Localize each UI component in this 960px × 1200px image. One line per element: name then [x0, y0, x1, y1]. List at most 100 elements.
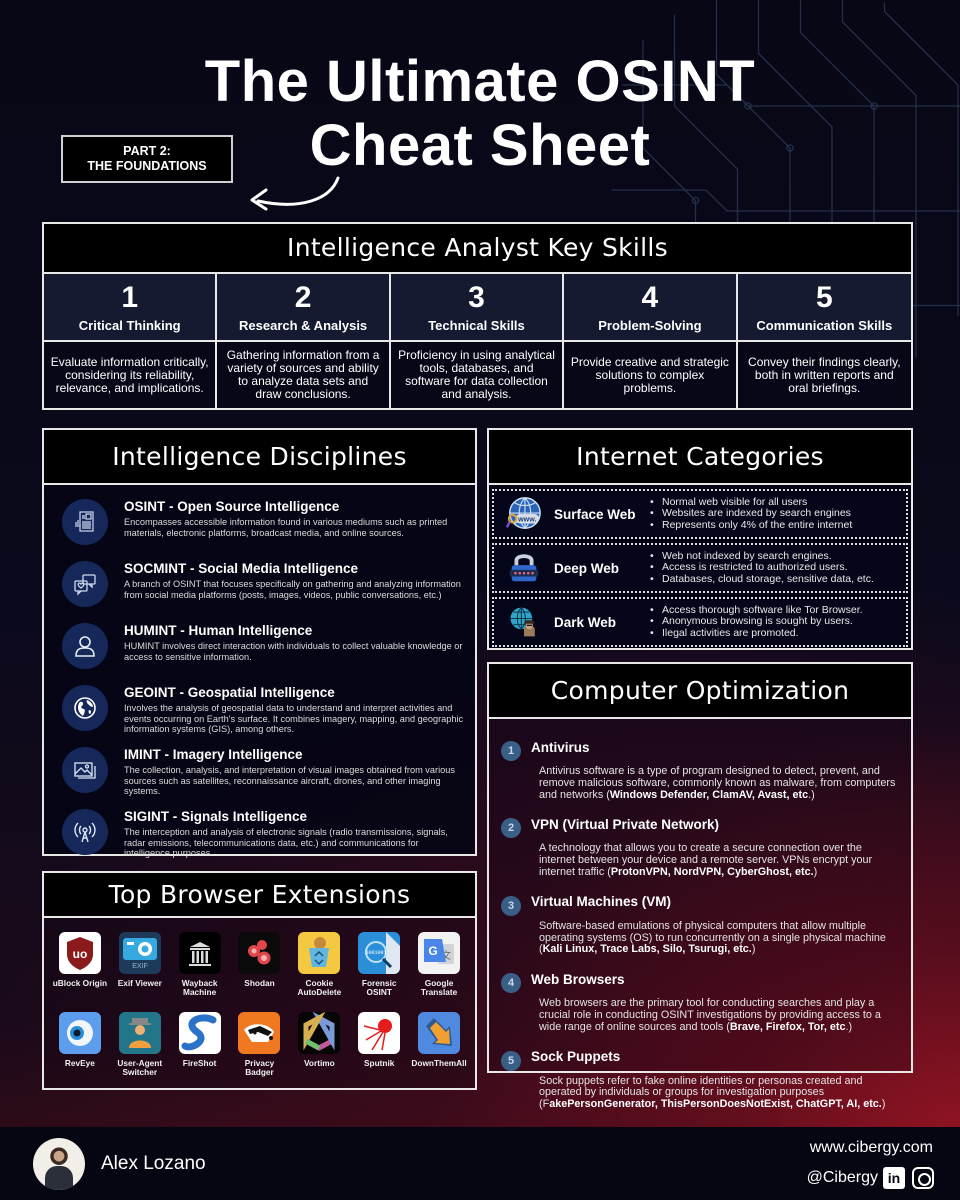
- extension-label: User-Agent Switcher: [117, 1058, 163, 1077]
- browser-extensions-panel: Top Browser Extensions uo uBlock Origin …: [42, 871, 477, 1090]
- author-name: Alex Lozano: [101, 1153, 206, 1174]
- discipline-item: IMINT - Imagery Intelligence The collecti…: [62, 745, 465, 803]
- extension-fireshot[interactable]: FireShot: [170, 1012, 230, 1088]
- shodan-icon: [238, 932, 281, 974]
- svg-text:G: G: [428, 944, 437, 958]
- number-badge: 5: [501, 1050, 521, 1071]
- extension-downthemall[interactable]: DownThemAll: [409, 1012, 469, 1088]
- tool-examples: Kali Linux, Trace Labs, Silo, Tsurugi, e…: [542, 943, 752, 956]
- tool-examples: akePersonGenerator, ThisPersonDoesNotExi…: [549, 1098, 882, 1111]
- skill-name: Communication Skills: [756, 317, 893, 333]
- extension-user-agent-switcher[interactable]: User-Agent Switcher: [110, 1012, 170, 1088]
- extension-cookie-autodelete[interactable]: Cookie AutoDelete: [289, 932, 349, 1008]
- extension-forensic-osint[interactable]: 1001001 Forensic OSINT: [349, 932, 409, 1008]
- number-badge: 1: [501, 741, 521, 761]
- discipline-item: HUMINT - Human Intelligence HUMINT involv…: [62, 621, 465, 679]
- extension-privacy-badger[interactable]: Privacy Badger: [230, 1012, 290, 1088]
- extension-ublock-origin[interactable]: uo uBlock Origin: [50, 932, 110, 1008]
- internet-categories-title: Internet Categories: [489, 430, 911, 485]
- svg-text:EXIF: EXIF: [132, 963, 148, 970]
- extension-label: uBlock Origin: [52, 978, 108, 988]
- fireshot-icon: [178, 1012, 221, 1054]
- cookie-autodelete-icon: [298, 932, 341, 974]
- discipline-title: GEOINT - Geospatial Intelligence: [124, 685, 335, 700]
- part-subtitle: THE FOUNDATIONS: [87, 159, 207, 173]
- discipline-title: SOCMINT - Social Media Intelligence: [124, 561, 359, 576]
- number-badge: 3: [501, 895, 521, 916]
- wayback-machine-icon: [178, 932, 221, 974]
- website-link[interactable]: www.cibergy.com: [810, 1139, 933, 1157]
- antenna-icon: [62, 809, 108, 855]
- part-badge: PART 2: THE FOUNDATIONS: [61, 135, 233, 183]
- optimization-description: Sock puppets refer to fake online identi…: [539, 1075, 899, 1111]
- key-skills-panel: Intelligence Analyst Key Skills 1 Critica…: [42, 222, 913, 410]
- optimization-description: Web browsers are the primary tool for co…: [539, 997, 899, 1033]
- extension-wayback-machine[interactable]: Wayback Machine: [170, 932, 230, 1008]
- optimization-title: Sock Puppets: [531, 1049, 621, 1065]
- category-bullets: Access thorough software like Tor Browse…: [650, 604, 863, 640]
- optimization-item: 5 Sock Puppets Sock puppets refer to fake…: [501, 1043, 899, 1111]
- internet-category-row: www. Surface Web Normal web visible for …: [492, 489, 908, 539]
- optimization-item: 2 VPN (Virtual Private Network) A technol…: [501, 810, 899, 878]
- extension-shodan[interactable]: Shodan: [230, 932, 290, 1008]
- number-badge: 4: [501, 973, 521, 994]
- optimization-description: Antivirus software is a type of program …: [539, 765, 899, 801]
- skill-name: Technical Skills: [428, 317, 525, 333]
- extension-label: Privacy Badger: [244, 1058, 275, 1077]
- user-agent-switcher-icon: [118, 1012, 161, 1054]
- curved-arrow-icon: [250, 176, 340, 211]
- extension-label: Exif Viewer: [117, 978, 162, 988]
- extension-label: Sputnik: [364, 1058, 395, 1068]
- svg-text:www.: www.: [517, 516, 536, 524]
- svg-text:uo: uo: [73, 947, 88, 961]
- extension-google-translate[interactable]: 文G Google Translate: [409, 932, 469, 1008]
- extension-reveye[interactable]: RevEye: [50, 1012, 110, 1088]
- extension-sputnik[interactable]: Sputnik: [349, 1012, 409, 1088]
- optimization-description: Software-based emulations of physical co…: [539, 920, 899, 956]
- extension-label: DownThemAll: [411, 1058, 467, 1068]
- linkedin-icon[interactable]: in: [883, 1167, 905, 1189]
- forensic-osint-icon: 1001001: [358, 932, 401, 974]
- internet-categories-panel: Internet Categories www. Surface Web Nor…: [487, 428, 913, 650]
- privacy-badger-icon: [238, 1012, 281, 1054]
- skill-name: Problem-Solving: [598, 317, 702, 333]
- discipline-description: HUMINT involves direct interaction with …: [124, 641, 463, 662]
- image-icon: [62, 747, 108, 793]
- discipline-description: A branch of OSINT that focuses specifica…: [124, 579, 461, 600]
- instagram-icon[interactable]: [912, 1167, 934, 1189]
- category-name: Deep Web: [554, 560, 620, 576]
- tool-examples: ProtonVPN, NordVPN, CyberGhost, etc.: [610, 865, 814, 878]
- key-skills-title: Intelligence Analyst Key Skills: [44, 224, 911, 274]
- www-globe-icon: www.: [504, 494, 544, 534]
- social-handle[interactable]: @Cibergy: [807, 1169, 878, 1187]
- vortimo-icon: [298, 1012, 341, 1054]
- optimization-title: Web Browsers: [531, 971, 625, 987]
- extension-label: Google Translate: [420, 978, 458, 997]
- discipline-title: HUMINT - Human Intelligence: [124, 623, 313, 638]
- discipline-description: Involves the analysis of geospatial data…: [124, 703, 464, 734]
- exif-viewer-icon: EXIF: [118, 932, 161, 974]
- discipline-title: OSINT - Open Source Intelligence: [124, 499, 340, 514]
- category-name: Surface Web: [554, 506, 636, 522]
- desc-tail: ): [813, 865, 818, 878]
- extension-vortimo[interactable]: Vortimo: [289, 1012, 349, 1088]
- document-chart-icon: [62, 499, 108, 545]
- skill-name: Research & Analysis: [239, 317, 368, 333]
- google-translate-icon: 文G: [418, 932, 461, 974]
- optimization-description: A technology that allows you to create a…: [539, 843, 899, 878]
- discipline-item: GEOINT - Geospatial Intelligence Involves…: [62, 683, 465, 741]
- disciplines-title: Intelligence Disciplines: [44, 430, 475, 485]
- skills-grid: 1 Critical Thinking Evaluate information …: [44, 274, 911, 408]
- discipline-item: SIGINT - Signals Intelligence The interce…: [62, 807, 465, 865]
- skill-number: 2: [294, 280, 312, 314]
- skill-card: 5 Communication Skills Convey their findi…: [737, 274, 911, 408]
- skill-description: Gathering information from a variety of …: [217, 342, 389, 408]
- skill-number: 5: [815, 280, 833, 314]
- discipline-title: IMINT - Imagery Intelligence: [124, 747, 303, 762]
- extension-label: FireShot: [182, 1058, 217, 1068]
- tool-examples: Brave, Firefox, Tor, etc: [729, 1020, 846, 1033]
- person-icon: [62, 623, 108, 669]
- extension-exif-viewer[interactable]: EXIF Exif Viewer: [110, 932, 170, 1008]
- computer-optimization-panel: Computer Optimization 1 Antivirus Antivir…: [487, 662, 913, 1110]
- bullet: Databases, cloud storage, sensitive data…: [650, 573, 874, 586]
